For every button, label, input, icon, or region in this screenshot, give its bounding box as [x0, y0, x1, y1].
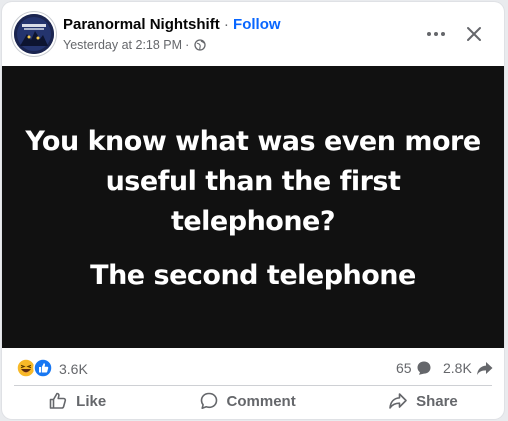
- close-button[interactable]: [458, 20, 490, 48]
- haha-reaction-icon: [16, 358, 36, 378]
- page-name[interactable]: Paranormal Nightshift: [63, 16, 220, 33]
- page-name-line: Paranormal Nightshift · Follow: [63, 16, 281, 33]
- share-count-button[interactable]: 2.8K: [443, 360, 493, 376]
- page-avatar[interactable]: [14, 14, 54, 54]
- like-reaction-icon: [33, 358, 53, 378]
- post-header: Paranormal Nightshift · Follow Yesterday…: [2, 2, 504, 66]
- post-meta: Yesterday at 2:18 PM ·: [63, 38, 206, 52]
- comment-icon: [200, 392, 217, 409]
- share-count: 2.8K: [443, 360, 472, 376]
- globe-icon[interactable]: [194, 39, 206, 51]
- share-icon: [389, 393, 407, 409]
- reaction-icons[interactable]: [16, 358, 54, 378]
- post-timestamp[interactable]: Yesterday at 2:18 PM: [63, 38, 182, 52]
- share-arrow-icon: [476, 361, 493, 375]
- post-image[interactable]: You know what was even more useful than …: [2, 66, 504, 348]
- image-text-line-3: telephone?: [170, 206, 336, 237]
- name-separator: ·: [223, 16, 229, 33]
- more-options-button[interactable]: [420, 20, 452, 48]
- engagement-bar: 3.6K 65 2.8K: [2, 348, 504, 386]
- comment-count: 65: [396, 360, 412, 376]
- post-card: Paranormal Nightshift · Follow Yesterday…: [2, 2, 504, 419]
- avatar-image: [14, 14, 54, 54]
- follow-button[interactable]: Follow: [233, 16, 281, 33]
- comment-label: Comment: [226, 392, 296, 410]
- reaction-count[interactable]: 3.6K: [59, 361, 88, 377]
- post-actions: Like Comment Share: [2, 386, 504, 416]
- image-text-line-4: The second telephone: [90, 260, 416, 291]
- comment-count-button[interactable]: 65: [396, 360, 432, 376]
- image-text-line-2: useful than the first: [105, 166, 401, 197]
- meta-separator: ·: [185, 38, 190, 52]
- share-button[interactable]: Share: [378, 387, 468, 415]
- image-text-line-1: You know what was even more: [25, 126, 481, 157]
- like-button[interactable]: Like: [38, 387, 116, 415]
- share-label: Share: [416, 392, 458, 410]
- comment-bubble-icon: [417, 361, 431, 375]
- more-horizontal-icon: [427, 32, 445, 36]
- like-label: Like: [76, 392, 107, 410]
- thumbs-up-icon: [49, 392, 67, 409]
- comment-button[interactable]: Comment: [189, 387, 306, 415]
- close-icon: [467, 27, 481, 41]
